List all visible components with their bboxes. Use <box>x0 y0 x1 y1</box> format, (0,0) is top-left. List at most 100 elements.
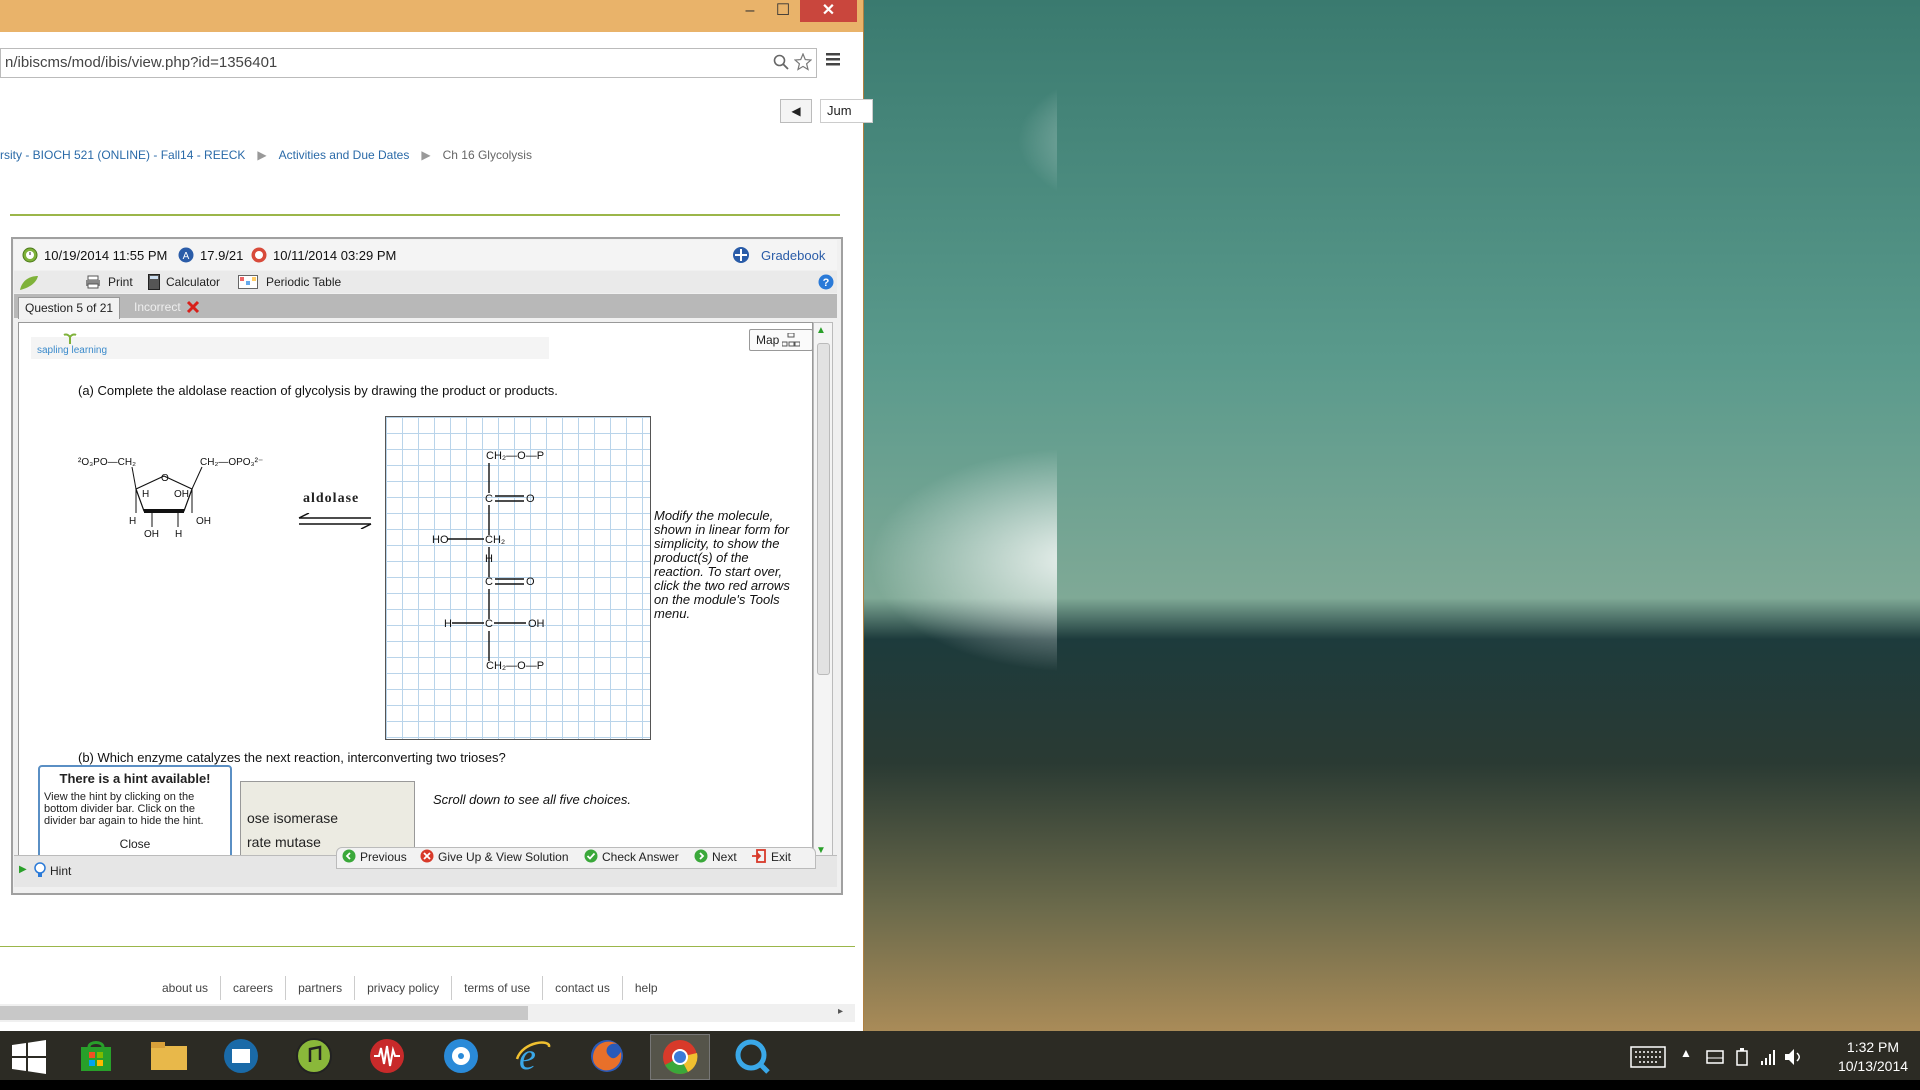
reactant-h3: H <box>175 529 182 540</box>
reactant-left-group: ²O₃PO—CH₂ <box>78 457 136 468</box>
sapling-header: sapling learning <box>31 333 549 359</box>
gradebook-icon[interactable] <box>732 246 750 264</box>
power-icon[interactable] <box>1734 1048 1750 1066</box>
exit-icon[interactable] <box>751 849 767 863</box>
check-icon[interactable] <box>584 849 598 863</box>
exit-button[interactable]: Exit <box>771 850 791 864</box>
divider <box>0 946 855 947</box>
product-h-mid: H <box>485 553 493 565</box>
choice-item[interactable]: rate mutase <box>247 834 321 850</box>
help-icon[interactable]: ? <box>818 274 834 290</box>
hint-tab[interactable]: Hint <box>50 864 71 878</box>
reactant-structure: ²O₃PO—CH₂ CH₂—OPO₃²⁻ O H OH H OH OH H <box>78 457 263 540</box>
address-bar[interactable]: n/ibiscms/mod/ibis/view.php?id=1356401 <box>0 48 817 78</box>
file-explorer-icon[interactable] <box>140 1034 198 1078</box>
next-button[interactable]: Next <box>712 850 737 864</box>
chrome-icon[interactable] <box>650 1034 710 1080</box>
media-player-icon[interactable] <box>212 1034 270 1078</box>
breadcrumb-course[interactable]: rsity - BIOCH 521 (ONLINE) - Fall14 - RE… <box>0 148 245 162</box>
network-icon[interactable] <box>1760 1048 1776 1066</box>
horizontal-scroll-thumb[interactable] <box>0 1006 528 1020</box>
hint-close-button[interactable]: Close <box>40 837 230 851</box>
tab-question[interactable]: Question 5 of 21 <box>18 297 121 319</box>
store-icon[interactable] <box>67 1034 125 1078</box>
footer-link[interactable]: help <box>623 976 670 1000</box>
product-h6: H <box>444 618 452 630</box>
give-up-button[interactable]: Give Up & View Solution <box>438 850 569 864</box>
windows-start-icon[interactable] <box>12 1040 46 1074</box>
browser-window: – ☐ ✕ n/ibiscms/mod/ibis/view.php?id=135… <box>0 0 873 1031</box>
close-button[interactable]: ✕ <box>800 0 857 22</box>
footer-link[interactable]: careers <box>221 976 287 1000</box>
lightbulb-icon[interactable] <box>34 862 46 878</box>
volume-icon[interactable] <box>1784 1048 1804 1066</box>
drawing-canvas[interactable]: CH₂—O—P C O HO CH₂ H C O H C OH CH₂—O—P <box>385 416 651 740</box>
keyboard-icon[interactable] <box>1630 1046 1666 1068</box>
check-answer-button[interactable]: Check Answer <box>602 850 679 864</box>
calculator-button[interactable]: Calculator <box>166 275 220 289</box>
sapling-leaf-icon <box>20 276 38 290</box>
search-app-icon[interactable] <box>723 1034 781 1078</box>
print-icon[interactable] <box>85 275 101 289</box>
question-scrollbar[interactable]: ▲ ▼ <box>813 322 833 864</box>
menu-icon[interactable] <box>826 52 846 66</box>
map-label: Map <box>756 333 780 347</box>
desktop-wallpaper <box>863 0 1920 1031</box>
dvd-player-icon[interactable] <box>432 1034 490 1078</box>
incorrect-x-icon <box>186 300 200 314</box>
map-button[interactable]: Map <box>749 329 813 351</box>
url-text[interactable]: n/ibiscms/mod/ibis/view.php?id=1356401 <box>5 54 277 71</box>
divider <box>10 214 840 216</box>
system-clock[interactable]: 1:32 PM 10/13/2014 <box>1828 1038 1918 1076</box>
choice-item[interactable]: ose isomerase <box>247 810 338 826</box>
reactant-oh1: OH <box>174 489 189 500</box>
scroll-thumb[interactable] <box>817 343 830 675</box>
periodic-table-button[interactable]: Periodic Table <box>266 275 341 289</box>
equilibrium-arrow <box>298 513 372 529</box>
action-center-icon[interactable] <box>1706 1050 1724 1064</box>
gradebook-link[interactable]: Gradebook <box>761 248 825 263</box>
periodic-table-icon[interactable] <box>238 275 258 289</box>
breadcrumb-activities[interactable]: Activities and Due Dates <box>279 148 410 162</box>
minimize-button[interactable]: – <box>735 0 765 22</box>
jump-select[interactable]: Jum <box>820 99 873 123</box>
calculator-icon[interactable] <box>148 274 160 290</box>
give-up-icon[interactable] <box>420 849 434 863</box>
scroll-right-arrow[interactable]: ▸ <box>838 1006 843 1017</box>
scroll-up-arrow[interactable]: ▲ <box>816 325 826 336</box>
show-hidden-icons-icon[interactable]: ▲ <box>1680 1046 1692 1060</box>
sapling-logo: sapling learning <box>37 345 108 356</box>
scroll-note: Scroll down to see all five choices. <box>433 792 631 807</box>
product-c2: C <box>485 493 493 505</box>
itunes-icon[interactable] <box>285 1034 343 1078</box>
breadcrumb-separator: ▶ <box>421 148 431 162</box>
print-button[interactable]: Print <box>108 275 133 289</box>
footer-link[interactable]: terms of use <box>452 976 544 1000</box>
audio-recorder-icon[interactable] <box>358 1034 416 1078</box>
due-date: 10/19/2014 11:55 PM <box>44 248 168 263</box>
back-button[interactable]: ◀ <box>780 99 812 123</box>
maximize-button[interactable]: ☐ <box>768 0 798 22</box>
firefox-icon[interactable] <box>578 1034 636 1078</box>
product-ho: HO <box>432 534 449 546</box>
previous-button[interactable]: Previous <box>360 850 407 864</box>
title-bar[interactable]: – ☐ ✕ <box>0 0 863 32</box>
star-icon[interactable] <box>794 53 812 71</box>
footer-link[interactable]: partners <box>286 976 356 1000</box>
product-c6: C <box>485 618 493 630</box>
footer-link[interactable]: about us <box>150 976 222 1000</box>
hint-title: There is a hint available! <box>59 771 211 786</box>
product-o5: O <box>526 576 535 588</box>
hint-popup: There is a hint available! View the hint… <box>38 765 232 859</box>
search-icon[interactable] <box>773 54 789 70</box>
next-icon[interactable] <box>694 849 708 863</box>
hint-arrow-icon[interactable]: ▶ <box>19 864 27 875</box>
svg-text:A: A <box>183 251 190 262</box>
footer-link[interactable]: privacy policy <box>355 976 453 1000</box>
footer-link[interactable]: contact us <box>543 976 623 1000</box>
horizontal-scrollbar[interactable]: ▸ <box>0 1004 855 1022</box>
internet-explorer-icon[interactable]: e <box>505 1034 563 1078</box>
footer: about us careers partners privacy policy ter… <box>0 976 855 1001</box>
product-structure[interactable]: CH₂—O—P C O HO CH₂ H C O H C OH CH₂—O—P <box>386 417 650 739</box>
previous-icon[interactable] <box>342 849 356 863</box>
